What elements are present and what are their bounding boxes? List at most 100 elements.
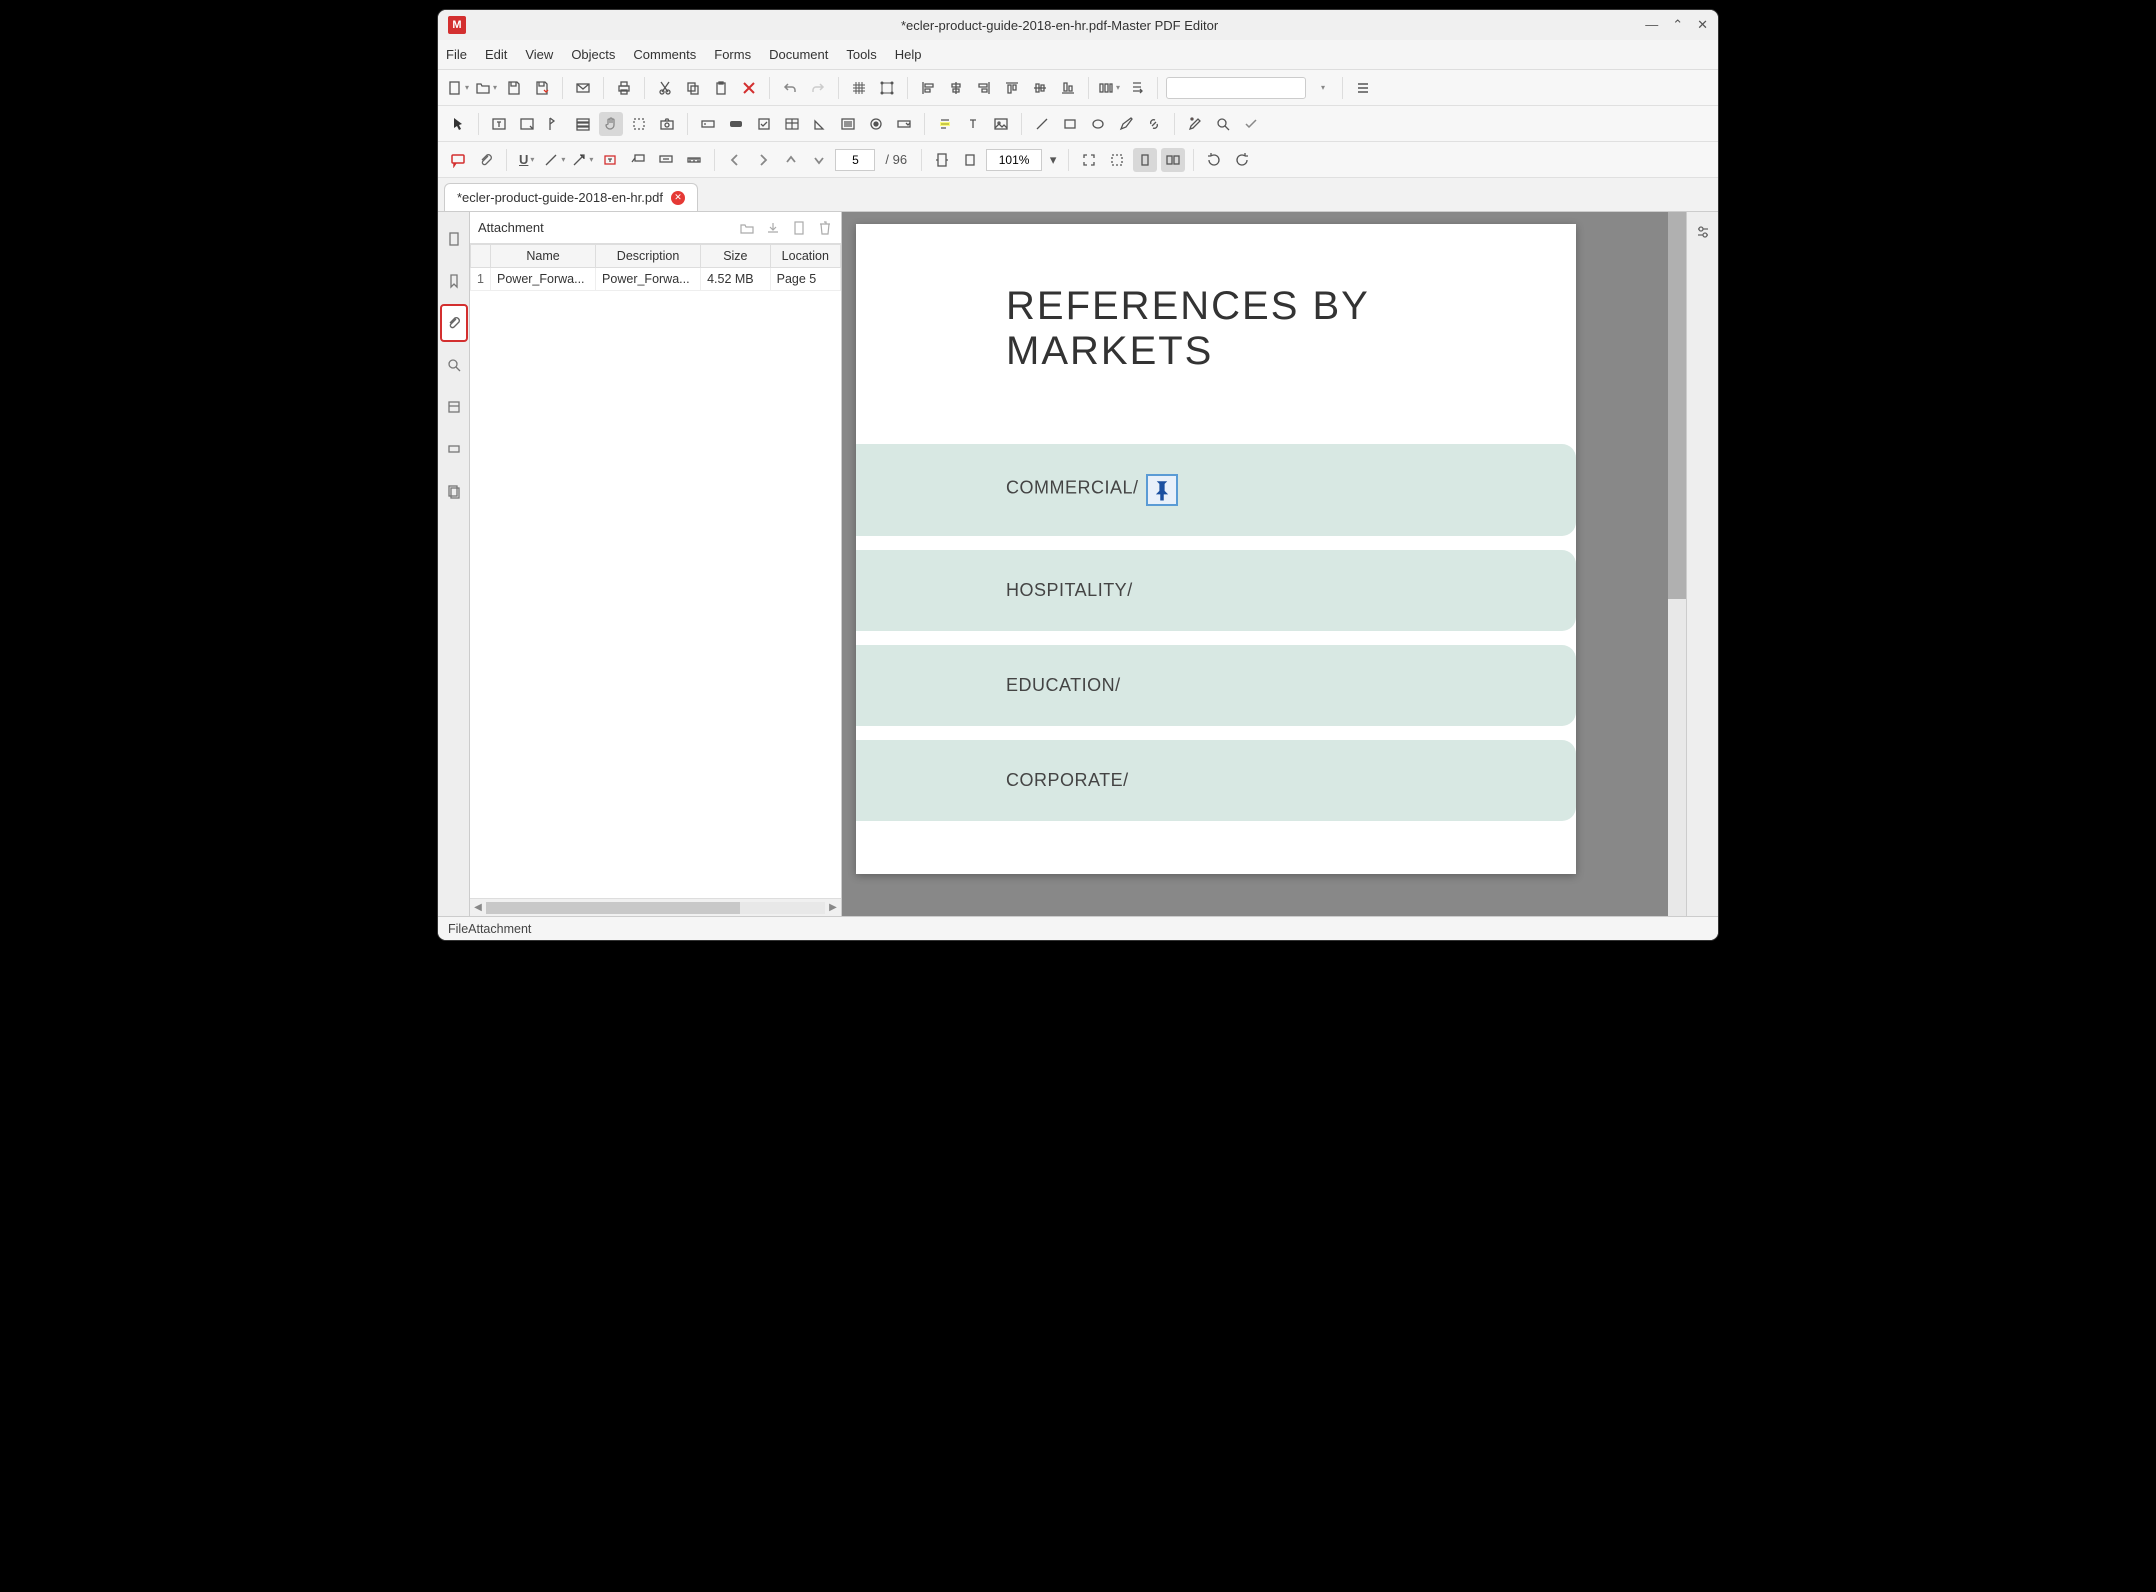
zoom-dropdown[interactable]: ▾ — [1046, 148, 1060, 172]
last-page-button[interactable] — [807, 148, 831, 172]
minimize-button[interactable]: — — [1645, 17, 1658, 33]
list-field-tool[interactable] — [836, 112, 860, 136]
search-options-button[interactable] — [1310, 76, 1334, 100]
arrow-tool[interactable] — [570, 148, 594, 172]
open-button[interactable] — [474, 76, 498, 100]
draw-line-tool[interactable] — [542, 148, 566, 172]
menu-toggle-button[interactable] — [1351, 76, 1375, 100]
order-button[interactable] — [1125, 76, 1149, 100]
select-area-tool[interactable] — [627, 112, 651, 136]
text-field-tool[interactable] — [696, 112, 720, 136]
document-tab[interactable]: *ecler-product-guide-2018-en-hr.pdf ✕ — [444, 183, 698, 211]
undo-button[interactable] — [778, 76, 802, 100]
col-location[interactable]: Location — [770, 245, 840, 268]
attachment-hscroll[interactable]: ◀ ▶ — [470, 898, 841, 916]
form-fields-tool[interactable] — [571, 112, 595, 136]
document-canvas[interactable]: REFERENCES BY MARKETS COMMERCIAL/ HOSPIT… — [842, 212, 1686, 916]
save-as-button[interactable] — [530, 76, 554, 100]
copy-button[interactable] — [681, 76, 705, 100]
attachment-add-icon[interactable] — [791, 220, 807, 236]
canvas-vscroll[interactable] — [1668, 212, 1686, 916]
sidetab-attachments[interactable] — [440, 304, 468, 342]
edit-form-tool[interactable] — [515, 112, 539, 136]
attachment-save-icon[interactable] — [765, 220, 781, 236]
angle-tool[interactable] — [808, 112, 832, 136]
search-input[interactable] — [1166, 77, 1306, 99]
align-right-button[interactable] — [972, 76, 996, 100]
menu-comments[interactable]: Comments — [633, 47, 696, 62]
sidetab-signatures[interactable] — [440, 430, 468, 468]
menu-document[interactable]: Document — [769, 47, 828, 62]
stamp-tool[interactable] — [654, 148, 678, 172]
attachment-delete-icon[interactable] — [817, 220, 833, 236]
rotate-ccw-button[interactable] — [1202, 148, 1226, 172]
attachment-open-icon[interactable] — [739, 220, 755, 236]
cut-button[interactable] — [653, 76, 677, 100]
single-page-button[interactable] — [1133, 148, 1157, 172]
align-bottom-button[interactable] — [1056, 76, 1080, 100]
file-attachment-annotation[interactable] — [1146, 474, 1178, 506]
save-button[interactable] — [502, 76, 526, 100]
sidetab-thumbnails[interactable] — [440, 472, 468, 510]
sidetab-search[interactable] — [440, 346, 468, 384]
text-box-tool[interactable] — [598, 148, 622, 172]
col-size[interactable]: Size — [701, 245, 771, 268]
align-top-button[interactable] — [1000, 76, 1024, 100]
insert-image-tool[interactable] — [989, 112, 1013, 136]
button-field-tool[interactable] — [724, 112, 748, 136]
ellipse-tool[interactable] — [1086, 112, 1110, 136]
menu-forms[interactable]: Forms — [714, 47, 751, 62]
align-center-v-button[interactable] — [1028, 76, 1052, 100]
facing-pages-button[interactable] — [1161, 148, 1185, 172]
align-left-button[interactable] — [916, 76, 940, 100]
highlight-text-tool[interactable] — [933, 112, 957, 136]
measure-tool[interactable] — [682, 148, 706, 172]
edit-text-tool[interactable] — [487, 112, 511, 136]
search-tool[interactable] — [1211, 112, 1235, 136]
maximize-button[interactable]: ⌃ — [1672, 17, 1683, 33]
comment-tool[interactable] — [446, 148, 470, 172]
radio-tool[interactable] — [864, 112, 888, 136]
tab-close-icon[interactable]: ✕ — [671, 191, 685, 205]
combo-tool[interactable] — [892, 112, 916, 136]
sidetab-pages[interactable] — [440, 220, 468, 258]
highlighter-tool[interactable] — [1183, 112, 1207, 136]
page-number-input[interactable] — [835, 149, 875, 171]
settings-icon[interactable] — [1691, 220, 1715, 244]
col-description[interactable]: Description — [596, 245, 701, 268]
menu-file[interactable]: File — [446, 47, 467, 62]
snapshot-tool[interactable] — [655, 112, 679, 136]
first-page-button[interactable] — [779, 148, 803, 172]
next-page-button[interactable] — [751, 148, 775, 172]
menu-edit[interactable]: Edit — [485, 47, 507, 62]
redo-button[interactable] — [806, 76, 830, 100]
insert-text-tool[interactable] — [961, 112, 985, 136]
callout-tool[interactable] — [626, 148, 650, 172]
prev-page-button[interactable] — [723, 148, 747, 172]
pencil-tool[interactable] — [1114, 112, 1138, 136]
attachment-tool[interactable] — [474, 148, 498, 172]
menu-tools[interactable]: Tools — [846, 47, 876, 62]
paste-button[interactable] — [709, 76, 733, 100]
print-button[interactable] — [612, 76, 636, 100]
delete-button[interactable] — [737, 76, 761, 100]
edit-doc-tool[interactable] — [543, 112, 567, 136]
fit-width-button[interactable] — [930, 148, 954, 172]
fit-page-button[interactable] — [958, 148, 982, 172]
checkbox-tool[interactable] — [752, 112, 776, 136]
underline-tool[interactable]: U — [515, 148, 538, 172]
select-tool[interactable] — [446, 112, 470, 136]
fit-visible-button[interactable] — [1105, 148, 1129, 172]
rotate-cw-button[interactable] — [1230, 148, 1254, 172]
link-tool[interactable] — [1142, 112, 1166, 136]
zoom-input[interactable] — [986, 149, 1042, 171]
col-name[interactable]: Name — [491, 245, 596, 268]
check-tool[interactable] — [1239, 112, 1263, 136]
attachment-row[interactable]: 1 Power_Forwa... Power_Forwa... 4.52 MB … — [471, 268, 841, 291]
rectangle-tool[interactable] — [1058, 112, 1082, 136]
menu-objects[interactable]: Objects — [571, 47, 615, 62]
distribute-button[interactable] — [1097, 76, 1121, 100]
menu-help[interactable]: Help — [895, 47, 922, 62]
line-tool[interactable] — [1030, 112, 1054, 136]
new-doc-button[interactable] — [446, 76, 470, 100]
